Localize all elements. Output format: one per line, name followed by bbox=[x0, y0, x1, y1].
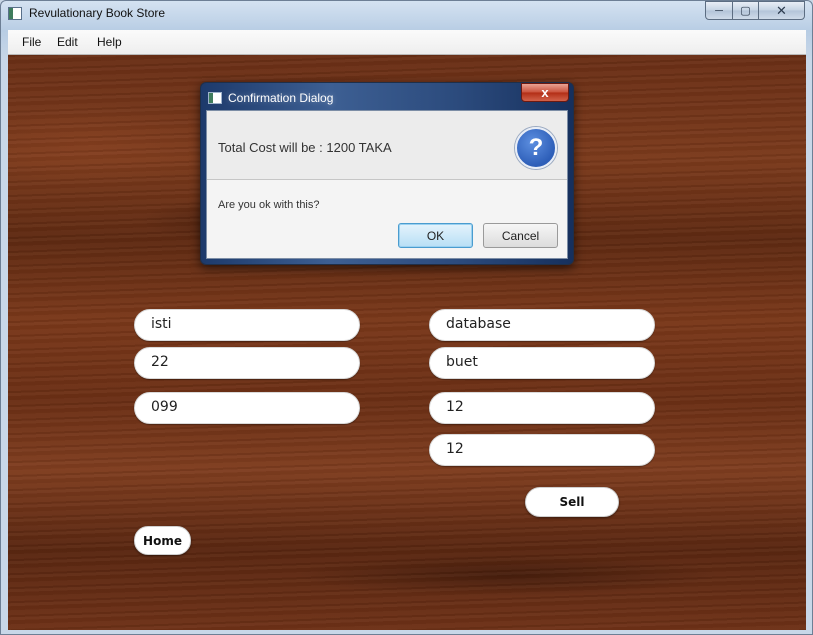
minimize-button[interactable]: ─ bbox=[705, 1, 733, 20]
right-field-1[interactable]: database bbox=[429, 309, 655, 341]
left-field-2[interactable]: 22 bbox=[134, 347, 360, 379]
cancel-button[interactable]: Cancel bbox=[483, 223, 558, 248]
title-bar[interactable]: Revulationary Book Store ─ ▢ ✕ bbox=[1, 1, 812, 28]
menu-edit[interactable]: Edit bbox=[57, 35, 78, 49]
dialog-close-button[interactable]: x bbox=[521, 83, 569, 102]
right-field-2[interactable]: buet bbox=[429, 347, 655, 379]
left-field-3[interactable]: 099 bbox=[134, 392, 360, 424]
right-field-3[interactable]: 12 bbox=[429, 392, 655, 424]
dialog-title[interactable]: Confirmation Dialog bbox=[228, 91, 333, 105]
confirmation-dialog: Confirmation Dialog x Total Cost will be… bbox=[200, 82, 574, 265]
menu-file[interactable]: File bbox=[22, 35, 41, 49]
menu-help[interactable]: Help bbox=[97, 35, 122, 49]
dialog-body: Total Cost will be : 1200 TAKA ? Are you… bbox=[206, 110, 568, 259]
sell-button[interactable]: Sell bbox=[525, 487, 619, 517]
question-icon: ? bbox=[515, 127, 557, 169]
right-field-4[interactable]: 12 bbox=[429, 434, 655, 466]
ok-button[interactable]: OK bbox=[398, 223, 473, 248]
dialog-content-text: Are you ok with this? bbox=[218, 199, 320, 211]
dialog-header: Total Cost will be : 1200 TAKA ? bbox=[207, 111, 567, 180]
window-title: Revulationary Book Store bbox=[29, 6, 166, 20]
dialog-app-icon bbox=[208, 92, 222, 104]
maximize-button[interactable]: ▢ bbox=[732, 1, 759, 20]
menu-bar: File Edit Help bbox=[8, 30, 806, 55]
app-icon bbox=[8, 7, 22, 20]
close-button[interactable]: ✕ bbox=[758, 1, 805, 20]
dialog-header-text: Total Cost will be : 1200 TAKA bbox=[218, 140, 392, 155]
left-field-1[interactable]: isti bbox=[134, 309, 360, 341]
home-button[interactable]: Home bbox=[134, 526, 191, 555]
